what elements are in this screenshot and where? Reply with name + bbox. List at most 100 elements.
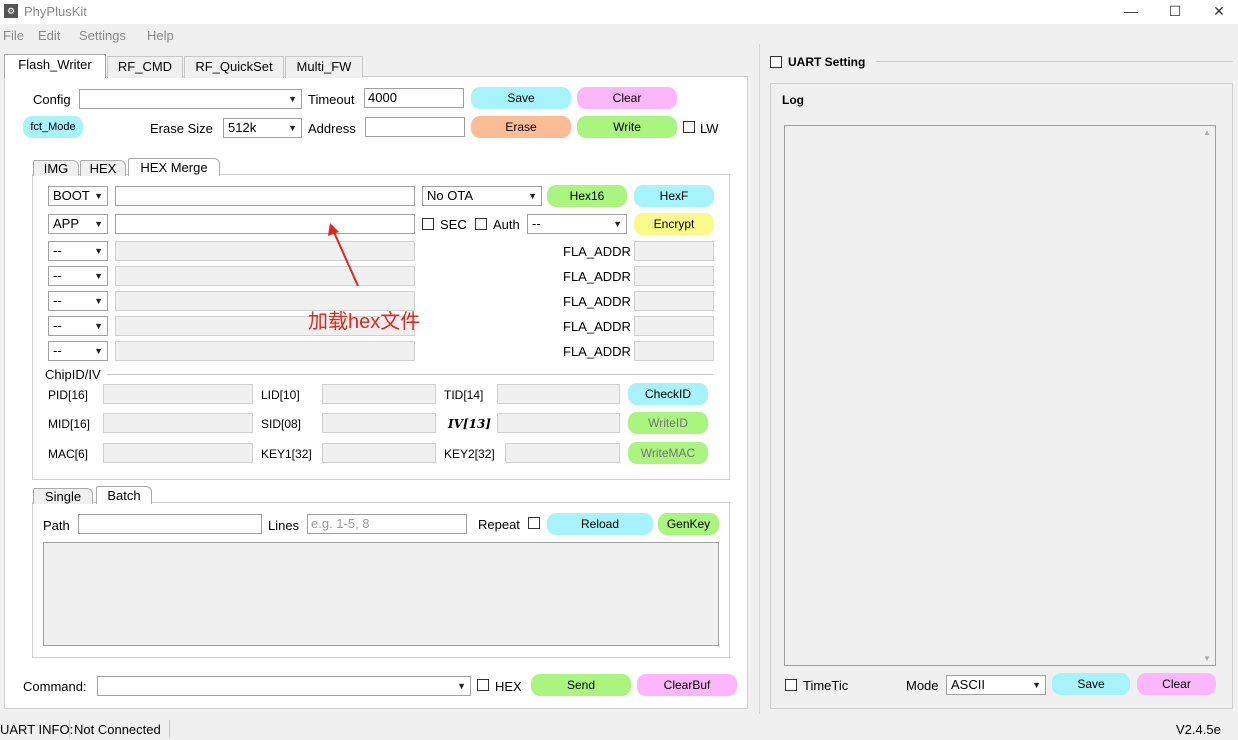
- hex-type-select[interactable]: -- ▼: [48, 241, 108, 261]
- ota-select[interactable]: No OTA ▼: [422, 186, 542, 206]
- maximize-button[interactable]: ☐: [1152, 0, 1198, 24]
- mac-input[interactable]: [103, 443, 253, 463]
- sec-checkbox[interactable]: [422, 218, 434, 230]
- hex-type-select[interactable]: -- ▼: [48, 266, 108, 286]
- fla-addr-label: FLA_ADDR: [563, 269, 631, 284]
- subtab-img[interactable]: IMG: [33, 160, 79, 176]
- genkey-button[interactable]: GenKey: [658, 513, 719, 535]
- auth-label: Auth: [493, 217, 520, 232]
- save-button[interactable]: Save: [471, 87, 571, 109]
- clearbuf-button[interactable]: ClearBuf: [637, 674, 737, 696]
- lid-input[interactable]: [322, 384, 436, 404]
- path-input[interactable]: [78, 514, 262, 534]
- key2-input[interactable]: [505, 443, 620, 463]
- send-button[interactable]: Send: [531, 674, 631, 696]
- iv-input[interactable]: [497, 413, 620, 433]
- hex-type-select[interactable]: -- ▼: [48, 291, 108, 311]
- hex-type-select[interactable]: -- ▼: [48, 341, 108, 361]
- menu-edit[interactable]: Edit: [38, 28, 60, 43]
- subtab-hex[interactable]: HEX: [80, 160, 126, 176]
- write-button[interactable]: Write: [577, 116, 677, 138]
- lw-checkbox[interactable]: [683, 121, 695, 133]
- fct-mode-button[interactable]: fct_Mode: [23, 116, 83, 138]
- lines-label: Lines: [268, 518, 300, 533]
- fla-addr-input[interactable]: [634, 316, 714, 336]
- encrypt-button[interactable]: Encrypt: [634, 213, 714, 235]
- chevron-down-icon: ▼: [528, 191, 537, 201]
- uart-setting-checkbox[interactable]: [770, 56, 782, 68]
- log-save-button[interactable]: Save: [1052, 673, 1130, 695]
- writemac-button[interactable]: WriteMAC: [628, 442, 708, 464]
- fla-addr-input[interactable]: [634, 241, 714, 261]
- checkid-button[interactable]: CheckID: [628, 383, 708, 405]
- annotation-arrow-icon: [328, 223, 359, 287]
- tab-rf-cmd[interactable]: RF_CMD: [107, 56, 183, 78]
- fla-addr-input[interactable]: [634, 341, 714, 361]
- lw-label: LW: [700, 121, 719, 136]
- menu-help[interactable]: Help: [147, 28, 174, 43]
- subtab-hex-merge[interactable]: HEX Merge: [128, 158, 220, 176]
- scroll-up-icon[interactable]: ▲: [1203, 128, 1211, 137]
- chevron-down-icon: ▼: [457, 681, 466, 691]
- mode-select[interactable]: ASCII ▼: [946, 675, 1046, 695]
- fla-addr-input[interactable]: [634, 291, 714, 311]
- tab-multi-fw[interactable]: Multi_FW: [285, 56, 363, 78]
- address-input[interactable]: [365, 117, 465, 137]
- log-textarea[interactable]: [784, 125, 1216, 666]
- chevron-down-icon: ▼: [613, 219, 622, 229]
- panel-divider: [759, 44, 760, 714]
- erase-button[interactable]: Erase: [471, 116, 571, 138]
- sid-input[interactable]: [322, 413, 436, 433]
- config-select[interactable]: ▼: [79, 89, 302, 109]
- tab-rf-quickset[interactable]: RF_QuickSet: [184, 56, 284, 78]
- hex16-button[interactable]: Hex16: [547, 185, 627, 207]
- hex-path-input[interactable]: [115, 341, 415, 361]
- mac-label: MAC[6]: [48, 447, 89, 461]
- annotation-text: 加载hex文件: [308, 311, 421, 333]
- lines-input[interactable]: e.g. 1-5, 8: [307, 514, 467, 534]
- timetic-label: TimeTic: [803, 678, 849, 693]
- key1-input[interactable]: [322, 443, 436, 463]
- lid-label: LID[10]: [261, 388, 300, 402]
- uart-info-label: UART INFO:: [0, 722, 74, 737]
- minimize-button[interactable]: —: [1108, 0, 1154, 24]
- hex-type-select[interactable]: -- ▼: [48, 316, 108, 336]
- log-clear-button[interactable]: Clear: [1137, 673, 1216, 695]
- timetic-checkbox[interactable]: [785, 679, 797, 691]
- hex-checkbox[interactable]: [477, 679, 489, 691]
- close-button[interactable]: ✕: [1196, 0, 1238, 24]
- auth-checkbox[interactable]: [475, 218, 487, 230]
- subtab-batch[interactable]: Batch: [96, 486, 152, 504]
- repeat-checkbox[interactable]: [528, 517, 540, 529]
- hexf-button[interactable]: HexF: [634, 185, 714, 207]
- reload-button[interactable]: Reload: [547, 513, 653, 535]
- log-scrollbar[interactable]: ▲ ▼: [1200, 126, 1215, 665]
- pid-input[interactable]: [103, 384, 253, 404]
- tid-input[interactable]: [497, 384, 620, 404]
- erase-size-select[interactable]: 512k ▼: [223, 118, 302, 138]
- batch-output-area[interactable]: [43, 542, 719, 646]
- clear-button[interactable]: Clear: [577, 87, 677, 109]
- chevron-down-icon: ▼: [94, 296, 103, 306]
- auth-select[interactable]: -- ▼: [527, 214, 627, 234]
- timeout-input[interactable]: 4000: [364, 88, 464, 108]
- hex-type-select-boot[interactable]: BOOT ▼: [48, 186, 108, 206]
- menu-file[interactable]: File: [3, 28, 24, 43]
- address-label: Address: [308, 121, 356, 136]
- pid-label: PID[16]: [48, 388, 89, 402]
- menu-settings[interactable]: Settings: [79, 28, 126, 43]
- fla-addr-input[interactable]: [634, 266, 714, 286]
- mid-input[interactable]: [103, 413, 253, 433]
- chevron-down-icon: ▼: [94, 346, 103, 356]
- command-select[interactable]: ▼: [97, 676, 471, 696]
- subtab-single[interactable]: Single: [33, 488, 93, 504]
- hex-type-select-app[interactable]: APP ▼: [48, 214, 108, 234]
- sec-label: SEC: [440, 217, 467, 232]
- chevron-down-icon: ▼: [94, 271, 103, 281]
- tab-flash-writer[interactable]: Flash_Writer: [4, 54, 106, 78]
- chevron-down-icon: ▼: [1032, 680, 1041, 690]
- hex-path-input-boot[interactable]: [115, 186, 415, 206]
- chevron-down-icon: ▼: [94, 191, 103, 201]
- scroll-down-icon[interactable]: ▼: [1203, 654, 1211, 663]
- writeid-button[interactable]: WriteID: [628, 412, 708, 434]
